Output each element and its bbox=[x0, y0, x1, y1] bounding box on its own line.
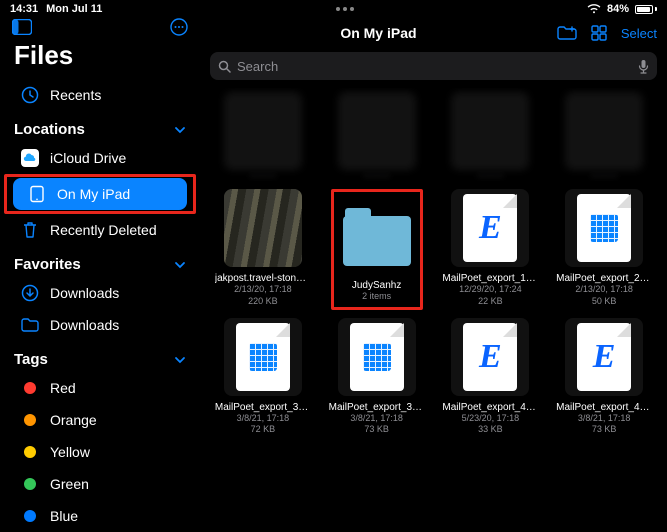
sidebar-item-label: Blue bbox=[50, 508, 78, 524]
document-thumbnail: E bbox=[565, 318, 643, 396]
folder-icon bbox=[338, 196, 416, 274]
sidebar: Files Recents Locations iCloud Drive bbox=[0, 18, 200, 500]
file-name: MailPoet_export_2dd7…pw4g0 bbox=[556, 273, 652, 284]
search-icon bbox=[218, 60, 231, 73]
sidebar-toggle-icon[interactable] bbox=[12, 19, 32, 35]
more-options-icon[interactable] bbox=[170, 18, 188, 36]
sidebar-item-downloads[interactable]: Downloads bbox=[6, 277, 194, 309]
battery-percent: 84% bbox=[607, 3, 629, 15]
sidebar-title: Files bbox=[0, 36, 200, 79]
sidebar-item-downloads[interactable]: Downloads bbox=[6, 309, 194, 341]
sidebar-item-label: Green bbox=[50, 476, 89, 492]
sidebar-item-label: Recents bbox=[50, 87, 101, 103]
status-date: Mon Jul 11 bbox=[46, 3, 102, 15]
dictation-icon[interactable] bbox=[638, 59, 649, 74]
tag-dot-icon bbox=[20, 442, 40, 462]
chevron-down-icon bbox=[174, 259, 186, 271]
image-thumbnail bbox=[224, 189, 302, 267]
file-name: MailPoet_export_4aynr…r0ckg bbox=[442, 402, 538, 413]
file-name: MailPoet_export_1fqfiv…iv48KB bbox=[442, 273, 538, 284]
tag-dot-icon bbox=[20, 410, 40, 430]
sidebar-tag-blue[interactable]: Blue bbox=[6, 500, 194, 532]
battery-icon bbox=[635, 5, 657, 14]
page-title: On My iPad bbox=[210, 25, 547, 41]
search-input[interactable] bbox=[237, 59, 632, 74]
download-icon bbox=[20, 283, 40, 303]
sidebar-item-label: Recently Deleted bbox=[50, 222, 157, 238]
tag-dot-icon bbox=[20, 474, 40, 494]
file-grid: ——— ——— ——— ——— jakpost.travel-stone-i…5… bbox=[210, 92, 657, 435]
file-name: MailPoet_export_3ymh…804w0 bbox=[329, 402, 425, 413]
sidebar-item-label: Orange bbox=[50, 412, 97, 428]
file-item[interactable]: ——— bbox=[210, 92, 316, 181]
file-name: MailPoet_export_3ddli…80wU0 bbox=[215, 402, 311, 413]
sidebar-item-label: On My iPad bbox=[57, 186, 130, 202]
new-folder-icon[interactable] bbox=[557, 25, 577, 41]
document-thumbnail: E bbox=[451, 318, 529, 396]
file-item[interactable]: ——— bbox=[438, 92, 544, 181]
file-item[interactable]: MailPoet_export_3ddli…80wU0 3/8/21, 17:1… bbox=[210, 318, 316, 436]
multitask-dots[interactable] bbox=[102, 7, 587, 11]
folder-icon bbox=[20, 315, 40, 335]
file-item[interactable]: MailPoet_export_2dd7…pw4g0 2/13/20, 17:1… bbox=[551, 189, 657, 309]
file-name: jakpost.travel-stone-i…53335 bbox=[215, 273, 311, 284]
sidebar-item-recents[interactable]: Recents bbox=[6, 79, 194, 111]
trash-icon bbox=[20, 220, 40, 240]
status-time: 14:31 bbox=[10, 3, 38, 15]
file-item[interactable]: E MailPoet_export_1fqfiv…iv48KB 12/29/20… bbox=[438, 189, 544, 309]
sidebar-item-label: iCloud Drive bbox=[50, 150, 126, 166]
chevron-down-icon bbox=[174, 124, 186, 136]
highlight-folder: JudySanhz 2 items bbox=[331, 189, 423, 309]
sidebar-tag-orange[interactable]: Orange bbox=[6, 404, 194, 436]
sidebar-section-favorites[interactable]: Favorites bbox=[0, 246, 200, 277]
sidebar-item-label: Yellow bbox=[50, 444, 90, 460]
document-thumbnail: E bbox=[451, 189, 529, 267]
file-item[interactable]: E MailPoet_export_491ch…cpks4 3/8/21, 17… bbox=[551, 318, 657, 436]
sidebar-tag-green[interactable]: Green bbox=[6, 468, 194, 500]
sidebar-item-recently-deleted[interactable]: Recently Deleted bbox=[6, 214, 194, 246]
sidebar-item-on-my-ipad[interactable]: On My iPad bbox=[13, 178, 187, 210]
tag-dot-icon bbox=[20, 506, 40, 526]
main-content: On My iPad Select ——— bbox=[200, 18, 667, 500]
file-item[interactable]: E MailPoet_export_4aynr…r0ckg 5/23/20, 1… bbox=[438, 318, 544, 436]
sidebar-section-locations[interactable]: Locations bbox=[0, 111, 200, 142]
title-bar: On My iPad Select bbox=[200, 18, 667, 48]
file-item-jakpost[interactable]: jakpost.travel-stone-i…53335 2/13/20, 17… bbox=[210, 189, 316, 309]
tag-dot-icon bbox=[20, 378, 40, 398]
search-bar[interactable] bbox=[210, 52, 657, 80]
sidebar-item-label: Downloads bbox=[50, 285, 119, 301]
clock-icon bbox=[20, 85, 40, 105]
file-item-judysanhz[interactable]: JudySanhz 2 items bbox=[324, 189, 430, 309]
document-thumbnail bbox=[338, 318, 416, 396]
view-grid-icon[interactable] bbox=[591, 25, 607, 41]
chevron-down-icon bbox=[174, 354, 186, 366]
ipad-icon bbox=[27, 184, 47, 204]
sidebar-item-icloud-drive[interactable]: iCloud Drive bbox=[6, 142, 194, 174]
sidebar-item-label: Downloads bbox=[50, 317, 119, 333]
sidebar-section-tags[interactable]: Tags bbox=[0, 341, 200, 372]
file-item[interactable]: ——— bbox=[324, 92, 430, 181]
sidebar-item-label: Red bbox=[50, 380, 76, 396]
file-name: MailPoet_export_491ch…cpks4 bbox=[556, 402, 652, 413]
select-button[interactable]: Select bbox=[621, 26, 657, 41]
document-thumbnail bbox=[224, 318, 302, 396]
document-thumbnail bbox=[565, 189, 643, 267]
file-name: JudySanhz bbox=[338, 280, 416, 291]
file-item[interactable]: ——— bbox=[551, 92, 657, 181]
wifi-icon bbox=[587, 4, 601, 14]
sidebar-tag-yellow[interactable]: Yellow bbox=[6, 436, 194, 468]
status-bar: 14:31 Mon Jul 11 84% bbox=[0, 0, 667, 18]
file-item[interactable]: MailPoet_export_3ymh…804w0 3/8/21, 17:18… bbox=[324, 318, 430, 436]
sidebar-tag-red[interactable]: Red bbox=[6, 372, 194, 404]
highlight-on-my-ipad: On My iPad bbox=[4, 174, 196, 214]
icloud-icon bbox=[20, 148, 40, 168]
